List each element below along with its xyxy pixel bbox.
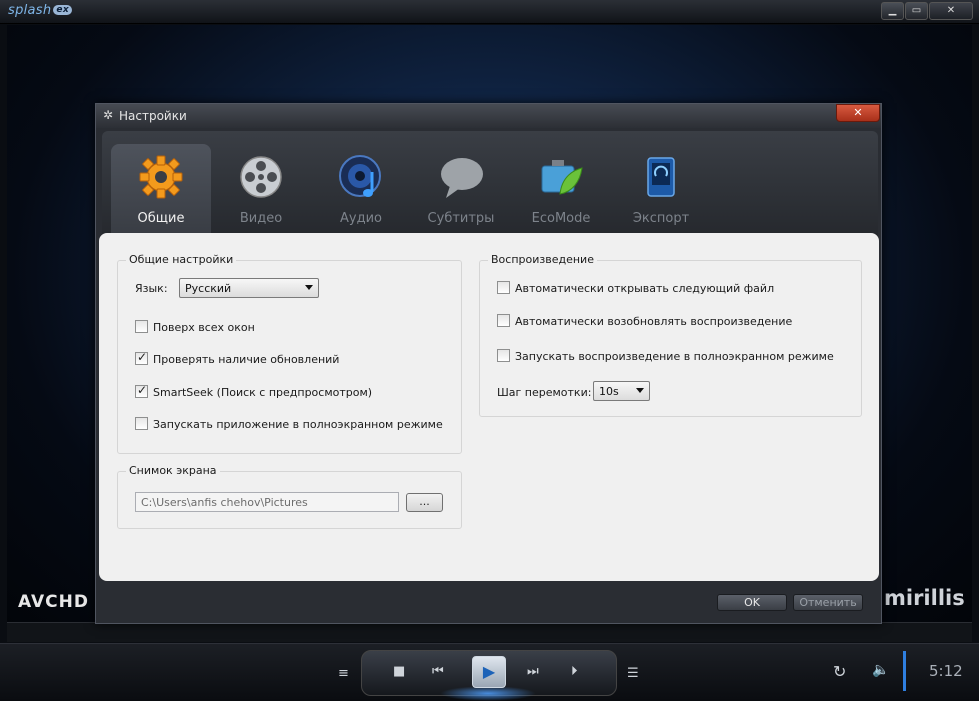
fullscreen-playback-checkbox[interactable]	[497, 349, 510, 362]
auto-resume-checkbox[interactable]	[497, 314, 510, 327]
seek-bar[interactable]	[7, 622, 972, 642]
playlist-icon[interactable]: ☰	[627, 666, 639, 681]
fullscreen-playback-label: Запускать воспроизведение в полноэкранно…	[515, 350, 834, 363]
tab-label: EcoMode	[531, 211, 591, 226]
speaker-note-icon	[339, 155, 381, 197]
previous-icon[interactable]: ⏮	[432, 664, 444, 679]
fullscreen-app-checkbox[interactable]	[135, 417, 148, 430]
logo-badge: ex	[53, 5, 72, 15]
mirillis-logo: mirillis	[884, 586, 965, 610]
auto-open-next-label: Автоматически открывать следующий файл	[515, 282, 775, 295]
minimize-button[interactable]: ▁	[881, 2, 904, 20]
tab-general[interactable]: Общие	[111, 144, 211, 234]
tab-audio[interactable]: Аудио	[311, 144, 411, 234]
app-logo: splash ex	[8, 3, 72, 18]
tab-video[interactable]: Видео	[211, 144, 311, 234]
close-button[interactable]: ✕	[929, 2, 973, 20]
equalizer-icon[interactable]: ≡	[338, 666, 349, 681]
always-on-top-checkbox[interactable]	[135, 320, 148, 333]
always-on-top-label: Поверх всех окон	[153, 321, 255, 334]
check-updates-label: Проверять наличие обновлений	[153, 353, 340, 366]
screenshot-legend: Снимок экрана	[126, 464, 220, 477]
fullscreen-app-label: Запускать приложение в полноэкранном реж…	[153, 418, 443, 431]
tab-label: Общие	[137, 211, 185, 226]
avchd-logo: AVCHD	[18, 592, 89, 612]
tab-label: Экспорт	[632, 211, 690, 226]
seek-step-value: 10s	[599, 385, 619, 398]
check-updates-checkbox[interactable]	[135, 350, 148, 365]
gear-icon	[139, 155, 183, 199]
export-device-icon	[647, 157, 675, 197]
film-reel-icon	[240, 156, 282, 198]
play-button[interactable]: ▶	[472, 656, 506, 688]
browse-button[interactable]: ...	[406, 493, 443, 512]
dialog-title: Настройки	[119, 109, 187, 123]
seek-step-label: Шаг перемотки:	[497, 386, 592, 399]
battery-leaf-icon	[541, 160, 583, 195]
smartseek-checkbox[interactable]	[135, 383, 148, 398]
volume-slider[interactable]	[903, 651, 906, 691]
tab-label: Видео	[239, 211, 283, 226]
screenshot-path-field[interactable]: C:\Users\anfis chehov\Pictures	[135, 492, 399, 512]
seek-step-select[interactable]: 10s	[593, 381, 650, 401]
tab-subtitles[interactable]: Субтитры	[411, 144, 511, 234]
auto-resume-label: Автоматически возобновлять воспроизведен…	[515, 315, 793, 328]
tab-label: Субтитры	[427, 211, 495, 226]
timecode: 5:12	[929, 662, 963, 680]
dialog-close-button[interactable]: ✕	[836, 104, 880, 122]
cancel-button[interactable]: Отменить	[793, 594, 863, 611]
volume-icon[interactable]: 🔈	[872, 662, 889, 678]
logo-text: splash	[8, 3, 52, 18]
tab-export[interactable]: Экспорт	[611, 144, 711, 234]
play-glow	[440, 686, 536, 701]
speech-bubble-icon	[441, 158, 483, 198]
dialog-title-bar: ✲ Настройки ✕	[96, 104, 881, 128]
language-label: Язык:	[135, 282, 168, 295]
tab-label: Аудио	[340, 211, 382, 226]
ok-button[interactable]: OK	[717, 594, 787, 611]
stop-icon[interactable]: ■	[393, 664, 405, 679]
player-window: splash ex ▁ ▭ ✕ AVCHD mirillis ≡ ■ ⏮ ▶ ⏭ …	[0, 0, 979, 701]
chevron-down-icon	[305, 285, 313, 290]
tab-ecomode[interactable]: EcoMode	[511, 144, 611, 234]
playback-legend: Воспроизведение	[488, 253, 597, 266]
general-settings-legend: Общие настройки	[126, 253, 237, 266]
chevron-down-icon	[636, 388, 644, 393]
smartseek-label: SmartSeek (Поиск с предпросмотром)	[153, 386, 373, 399]
language-value: Русский	[185, 282, 232, 295]
maximize-button[interactable]: ▭	[905, 2, 928, 20]
step-forward-icon[interactable]: ⏵	[571, 664, 578, 679]
title-bar: splash ex ▁ ▭ ✕	[0, 0, 979, 24]
next-icon[interactable]: ⏭	[527, 664, 539, 679]
repeat-icon[interactable]: ↻	[833, 662, 846, 681]
language-select[interactable]: Русский	[179, 278, 319, 298]
auto-open-next-checkbox[interactable]	[497, 281, 510, 294]
settings-gear-icon: ✲	[103, 108, 114, 122]
